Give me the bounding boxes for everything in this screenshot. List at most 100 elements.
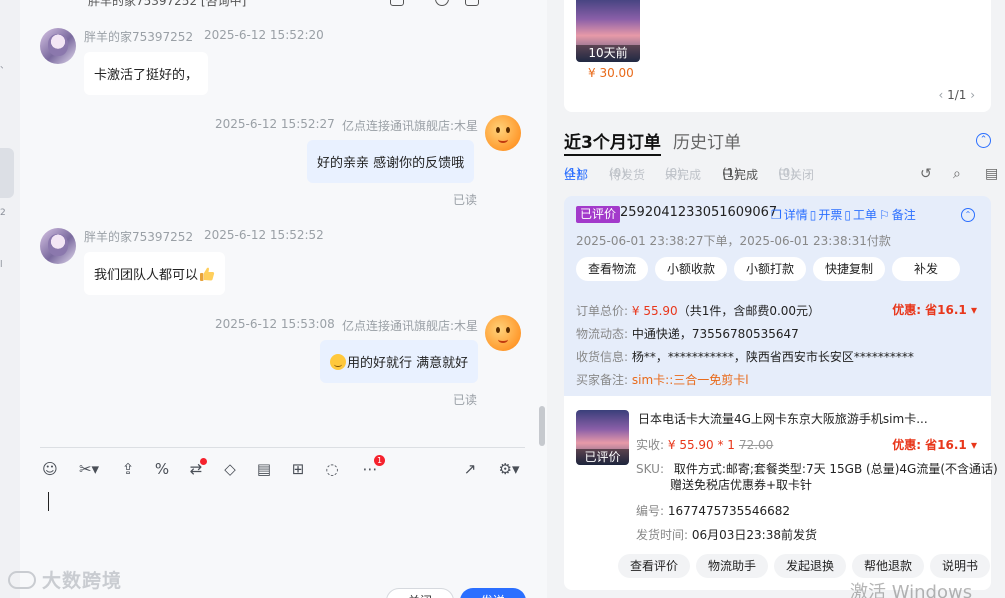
link-note[interactable]: 备注: [892, 208, 916, 222]
ship-label: 发货时间:: [636, 528, 689, 542]
start-return-button[interactable]: 发起退换: [774, 554, 847, 578]
message-time: 2025-6-12 15:53:08: [215, 317, 335, 331]
chevron-right-icon[interactable]: ›: [966, 88, 975, 102]
sender-name: 胖羊的家75397252: [84, 30, 194, 44]
ticket-icon: ▯: [844, 208, 852, 222]
emoji-icon[interactable]: ☺: [40, 458, 60, 480]
add-item-icon[interactable]: ⊞: [288, 458, 308, 480]
filter-count: (1): [722, 166, 739, 180]
order-number: 2592041233051609067: [620, 205, 778, 220]
message-bubble-in[interactable]: 卡激活了挺好的，: [84, 52, 209, 95]
order-icon[interactable]: ▤: [254, 458, 274, 480]
quick-copy-button[interactable]: 快捷复制: [813, 257, 886, 281]
item-title[interactable]: 日本电话卡大流量4G上网卡东京大阪旅游手机sim卡...: [638, 410, 928, 427]
copy-icon[interactable]: ❐: [771, 208, 782, 222]
upload-icon[interactable]: ⇪: [118, 458, 138, 480]
total-detail: （共1件，含邮费0.00元）: [677, 304, 821, 318]
item-thumb-label: 已评价: [576, 449, 629, 465]
file-icon[interactable]: [390, 0, 404, 6]
message-bubble-out[interactable]: 用的好就行 满意就好: [320, 340, 479, 383]
close-button[interactable]: 关闭: [386, 588, 454, 598]
pager: ‹ 1/1 ›: [938, 88, 975, 102]
total-label: 订单总价:: [576, 304, 629, 318]
search-icon[interactable]: ⌕: [953, 166, 961, 182]
quick-reply-icon[interactable]: ◌: [322, 458, 342, 480]
filter-count: (1): [564, 166, 581, 180]
filter-count: (0): [778, 166, 795, 180]
order-links: ❐ 详情 ▯ 开票 ▯ 工单 ⚐ 备注: [771, 206, 918, 223]
refresh-icon[interactable]: ↺: [920, 166, 932, 182]
item-thumbnail[interactable]: 已评价: [576, 410, 629, 465]
sku-row: SKU: 取件方式:邮寄;套餐类型:7天 15GB (总量)4G流量(不含通话): [636, 460, 998, 477]
menu-icon[interactable]: [510, 0, 524, 6]
link-invoice[interactable]: 开票: [818, 208, 842, 222]
order-dates: 2025-06-01 23:38:27下单，2025-06-01 23:38:3…: [576, 234, 891, 248]
logistics-label: 物流动态:: [576, 327, 629, 341]
refund-button[interactable]: 帮他退款: [852, 554, 925, 578]
left-strip-mark: 2: [0, 208, 6, 218]
os-activation-watermark: 激活 Windows: [850, 582, 973, 598]
add-contact-icon[interactable]: [465, 0, 479, 6]
small-collect-button[interactable]: 小额收款: [655, 257, 728, 281]
item-discount[interactable]: 优惠: 省16.1 ▾: [892, 436, 977, 453]
chat-title: 胖羊的家75397252 [咨询中]: [88, 0, 247, 8]
text-caret[interactable]: [48, 492, 49, 511]
order-filters: 全部 (1) 待发货 (0) 未完成 (0) 已完成 (1) 已关闭 (0) ↺ ⌕ ▤: [564, 166, 998, 182]
user-avatar[interactable]: [40, 28, 76, 64]
discount-text: 优惠: 省16.1: [892, 303, 967, 317]
watermark-text: 大数跨境: [42, 570, 123, 592]
left-strip-mark: 、: [0, 61, 10, 71]
logistics-value[interactable]: 中通快递，73556780535647: [632, 327, 799, 341]
reissue-button[interactable]: 补发: [892, 257, 961, 281]
order-discount[interactable]: 优惠: 省16.1 ▾: [892, 301, 977, 318]
original-price: 72.00: [738, 438, 774, 452]
discount-text: 优惠: 省16.1: [892, 438, 967, 452]
shop-avatar[interactable]: [485, 115, 521, 151]
address-value: 杨**，***********，陕西省西安市长安区**********: [631, 350, 914, 364]
tab-history-orders[interactable]: 历史订单: [673, 128, 741, 153]
sku-line-1: 取件方式:邮寄;套餐类型:7天 15GB (总量)4G流量(不含通话): [673, 462, 998, 476]
ship-value: 06月03日23:38前发货: [691, 528, 817, 542]
more-icon[interactable]: ⋯ 1: [360, 455, 385, 480]
user-avatar[interactable]: [40, 228, 76, 264]
link-ticket[interactable]: 工单: [853, 208, 877, 222]
history-icon[interactable]: [435, 0, 449, 6]
note-label: 买家备注:: [576, 373, 629, 387]
message-bubble-in[interactable]: 我们团队人都可以: [84, 252, 226, 295]
input-toolbar: ☺ ✂▾ ⇪ % ⇄ ◇ ▤ ⊞ ◌ ⋯ 1 ↗ ⚙▾: [40, 455, 530, 480]
read-status: 已读: [453, 393, 478, 407]
thumbs-up-icon: [200, 267, 215, 281]
message-text: 卡激活了挺好的，: [94, 68, 199, 83]
product-card: 10天前 ¥ 30.00 ‹ 1/1 ›: [564, 0, 991, 112]
link-detail[interactable]: 详情: [784, 208, 808, 222]
product-thumbnail[interactable]: 10天前: [576, 0, 640, 62]
order-collapse-icon[interactable]: ⌃: [961, 208, 975, 222]
shop-avatar[interactable]: [485, 315, 521, 351]
code-label: 编号:: [636, 504, 665, 518]
transfer-icon[interactable]: ⇄: [186, 458, 207, 480]
collapse-icon[interactable]: ⌃: [976, 133, 991, 148]
message-bubble-out[interactable]: 好的亲亲 感谢你的反馈哦: [307, 140, 475, 183]
coupon-icon[interactable]: %: [152, 458, 172, 480]
tab-recent-orders[interactable]: 近3个月订单: [564, 128, 661, 156]
message-text: 用的好就行 满意就好: [347, 356, 469, 371]
note-value: sim卡::三合一免剪卡l: [631, 373, 749, 387]
list-icon[interactable]: ▤: [985, 166, 998, 182]
view-logistics-button[interactable]: 查看物流: [576, 257, 649, 281]
screenshot-icon[interactable]: ✂▾: [74, 458, 104, 480]
chat-settings-icon[interactable]: ⚙▾: [494, 458, 524, 480]
chevron-left-icon[interactable]: ‹: [938, 88, 947, 102]
caret-down-icon: ▾: [970, 303, 977, 317]
chat-scrollbar[interactable]: [539, 406, 545, 446]
gift-icon[interactable]: ◇: [220, 458, 240, 480]
note-row: 买家备注: sim卡::三合一免剪卡l: [576, 371, 749, 388]
view-review-button[interactable]: 查看评价: [618, 554, 691, 578]
logistics-helper-button[interactable]: 物流助手: [696, 554, 769, 578]
left-strip-tab[interactable]: [0, 148, 14, 198]
small-pay-button[interactable]: 小额打款: [734, 257, 807, 281]
manual-button[interactable]: 说明书: [930, 554, 991, 578]
share-icon[interactable]: ↗: [460, 458, 480, 480]
message-time: 2025-6-12 15:52:52: [204, 228, 324, 242]
send-button[interactable]: 发送: [460, 588, 526, 598]
message-text: 我们团队人都可以: [94, 268, 199, 283]
